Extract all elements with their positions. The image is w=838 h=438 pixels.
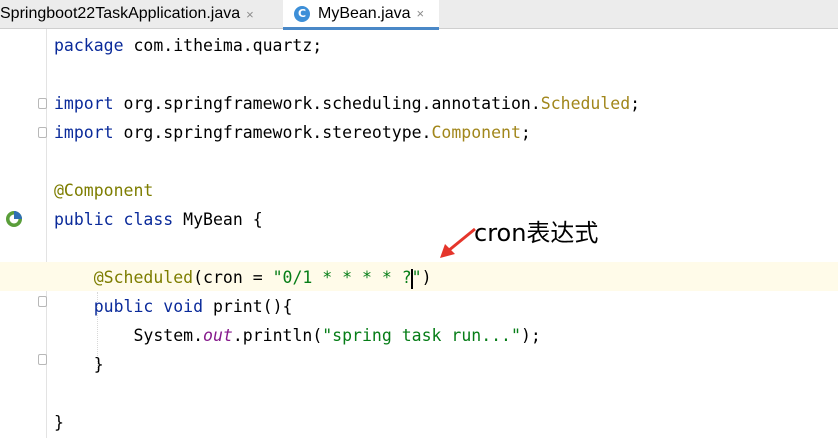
code-line-4[interactable]: import org.springframework.stereotype.Co… [54,118,531,147]
code-line-6[interactable]: @Component [54,176,153,205]
annotation-arrow-icon [440,227,476,258]
code-line-1[interactable]: package com.itheima.quartz; [54,31,322,60]
code-line-3[interactable]: import org.springframework.scheduling.an… [54,89,640,118]
tab-springboot22-task-application[interactable]: Springboot22TaskApplication.java × [0,0,282,28]
code-line-14[interactable]: } [54,408,64,437]
code-line-10[interactable]: public void print(){ [54,292,293,321]
java-class-icon: C [294,5,310,22]
close-icon[interactable]: × [246,7,254,22]
editor-tab-bar: Springboot22TaskApplication.java × C MyB… [0,0,838,30]
close-icon[interactable]: × [417,6,425,21]
fold-icon[interactable] [38,296,47,307]
spring-bean-icon[interactable] [5,210,23,228]
tab-label: MyBean.java [318,4,411,22]
code-line-9[interactable]: @Scheduled(cron = "0/1 * * * * ?") [54,263,432,292]
annotation-label: cron表达式 [474,219,599,247]
code-line-7[interactable]: public class MyBean { [54,205,263,234]
code-line-11[interactable]: System.out.println("spring task run...")… [54,321,540,350]
fold-icon[interactable] [38,98,47,109]
code-line-12[interactable]: } [54,350,104,379]
tab-mybean[interactable]: C MyBean.java × [283,0,439,30]
fold-icon[interactable] [38,127,47,138]
fold-icon[interactable] [38,354,47,365]
tab-label: Springboot22TaskApplication.java [0,5,241,22]
gutter-divider [46,29,47,438]
